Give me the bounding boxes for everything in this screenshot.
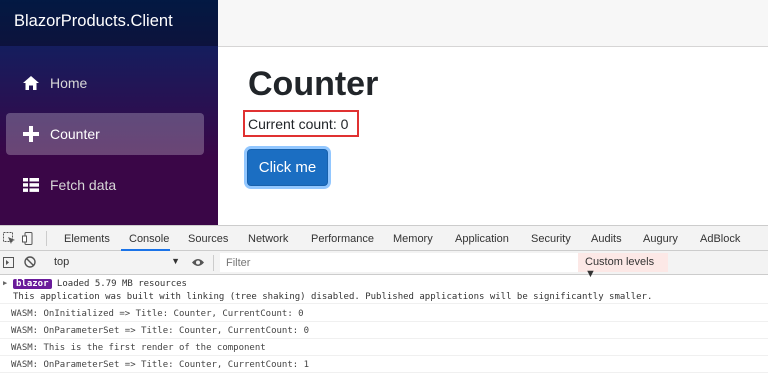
tab-elements[interactable]: Elements [64, 233, 110, 245]
current-count: Current count: 0 [248, 116, 349, 132]
home-icon [23, 76, 39, 90]
dropdown-arrow-icon: ▼ [171, 256, 180, 266]
tab-console[interactable]: Console [129, 233, 169, 245]
context-select[interactable]: top ▼ [46, 256, 180, 270]
page-title: Counter [248, 65, 379, 103]
log-text: WASM: OnParameterSet => Title: Counter, … [11, 326, 310, 336]
devtools-tab-bar: Elements Console Sources Network Perform… [0, 225, 768, 251]
custom-levels-dropdown[interactable]: Custom levels ▼ [578, 253, 668, 280]
top-bar [218, 0, 768, 47]
sidebar-toggle-icon[interactable] [3, 257, 14, 268]
log-text: This application was built with linking … [13, 292, 653, 302]
toolbar-divider-2 [213, 255, 214, 271]
blazor-badge: blazor [13, 279, 52, 289]
toolbar-divider [46, 231, 47, 246]
nav-label-home: Home [50, 75, 88, 91]
filter-input[interactable] [220, 253, 578, 272]
brand-bar: BlazorProducts.Client [0, 0, 218, 46]
log-text: WASM: This is the first render of the co… [11, 343, 266, 353]
clear-console-icon[interactable] [24, 256, 36, 268]
log-text: WASM: OnParameterSet => Title: Counter, … [11, 360, 310, 370]
context-label: top [54, 256, 70, 268]
eye-icon[interactable] [191, 257, 205, 268]
console-output: ▶ blazor Loaded 5.79 MB resources This a… [0, 275, 768, 383]
log-entry: WASM: OnParameterSet => Title: Counter, … [0, 323, 768, 339]
nav-item-fetch-data[interactable]: Fetch data [6, 164, 204, 206]
log-text: WASM: OnInitialized => Title: Counter, C… [11, 309, 304, 319]
device-toolbar-icon[interactable] [22, 232, 35, 245]
nav-item-home[interactable]: Home [6, 62, 204, 104]
tab-sources[interactable]: Sources [188, 233, 228, 245]
expand-arrow-icon[interactable]: ▶ [3, 279, 7, 287]
tab-application[interactable]: Application [455, 233, 509, 245]
plus-icon [23, 126, 39, 142]
click-me-button[interactable]: Click me [247, 149, 328, 186]
log-entry: WASM: OnInitialized => Title: Counter, C… [0, 306, 768, 322]
console-toolbar: top ▼ Custom levels ▼ [0, 251, 768, 280]
tab-performance[interactable]: Performance [311, 233, 374, 245]
tab-memory[interactable]: Memory [393, 233, 433, 245]
nav-label-counter: Counter [50, 126, 100, 142]
tab-security[interactable]: Security [531, 233, 571, 245]
log-line-group: blazor Loaded 5.79 MB resources [13, 279, 187, 289]
log-entry: ▶ blazor Loaded 5.79 MB resources This a… [0, 278, 768, 304]
nav-item-counter[interactable]: Counter [6, 113, 204, 155]
inspect-element-icon[interactable] [3, 232, 16, 245]
log-entry: WASM: OnParameterSet => Title: Counter, … [0, 357, 768, 373]
devtools-panel: Elements Console Sources Network Perform… [0, 225, 768, 383]
sidebar: BlazorProducts.Client Home Counter Fetch… [0, 0, 218, 225]
nav-label-fetch-data: Fetch data [50, 177, 117, 193]
blazor-app: BlazorProducts.Client Home Counter Fetch… [0, 0, 768, 225]
tab-augury[interactable]: Augury [643, 233, 678, 245]
list-icon [23, 178, 39, 192]
brand-title[interactable]: BlazorProducts.Client [14, 12, 173, 31]
log-text: Loaded 5.79 MB resources [51, 279, 187, 289]
tab-audits[interactable]: Audits [591, 233, 622, 245]
tab-network[interactable]: Network [248, 233, 288, 245]
tab-adblock[interactable]: AdBlock [700, 233, 740, 245]
log-entry: WASM: This is the first render of the co… [0, 340, 768, 356]
main-content: Counter Current count: 0 Click me [218, 47, 768, 225]
